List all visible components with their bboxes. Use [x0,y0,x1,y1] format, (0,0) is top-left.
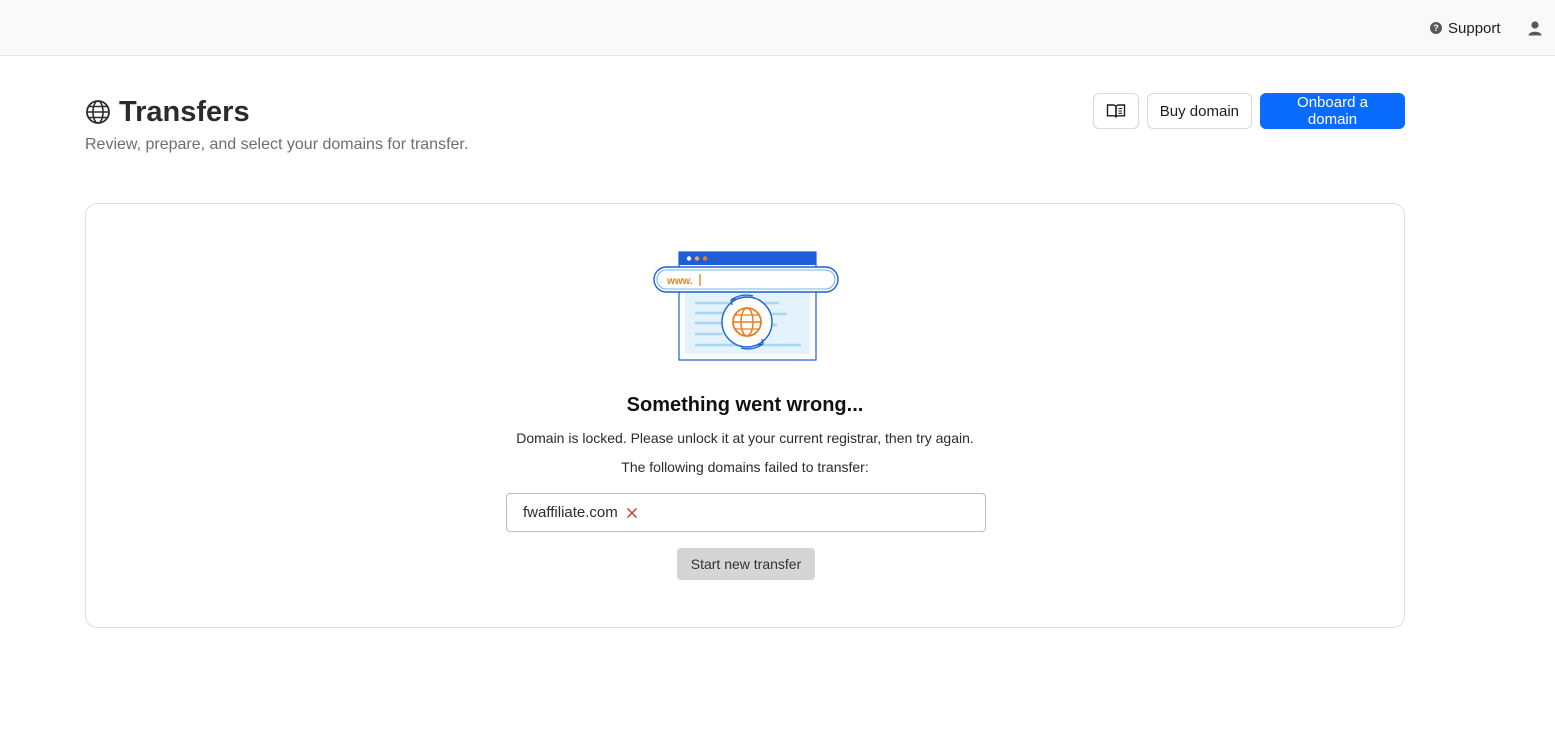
start-new-transfer-button[interactable]: Start new transfer [677,548,815,580]
failed-domain-name: fwaffiliate.com [523,504,618,521]
failed-domains-list: fwaffiliate.com [506,493,986,532]
support-link[interactable]: ? Support [1430,18,1501,38]
illustration-url-text: www. [666,276,693,287]
header-actions: Buy domain Onboard a domain [1092,93,1405,129]
book-open-icon [1106,104,1125,118]
error-message: Domain is locked. Please unlock it at yo… [516,430,974,446]
top-bar: ? Support [0,0,1555,56]
error-card: www. Something went wrong... Domain is l… [85,203,1405,628]
help-circle-icon: ? [1430,22,1442,34]
user-icon[interactable] [1527,20,1543,36]
support-label: Support [1448,19,1501,37]
docs-button[interactable] [1092,93,1139,129]
buy-domain-button[interactable]: Buy domain [1146,93,1252,129]
x-icon [626,507,637,518]
error-title: Something went wrong... [626,394,864,416]
onboard-domain-button[interactable]: Onboard a domain [1260,93,1405,129]
page-title: Transfers [119,95,250,128]
globe-icon [86,100,110,124]
domain-transfer-illustration: www. [653,251,839,361]
page-header: Transfers Review, prepare, and select yo… [85,93,1405,154]
failed-domains-label: The following domains failed to transfer… [621,459,869,475]
page-subtitle: Review, prepare, and select your domains… [85,136,469,153]
